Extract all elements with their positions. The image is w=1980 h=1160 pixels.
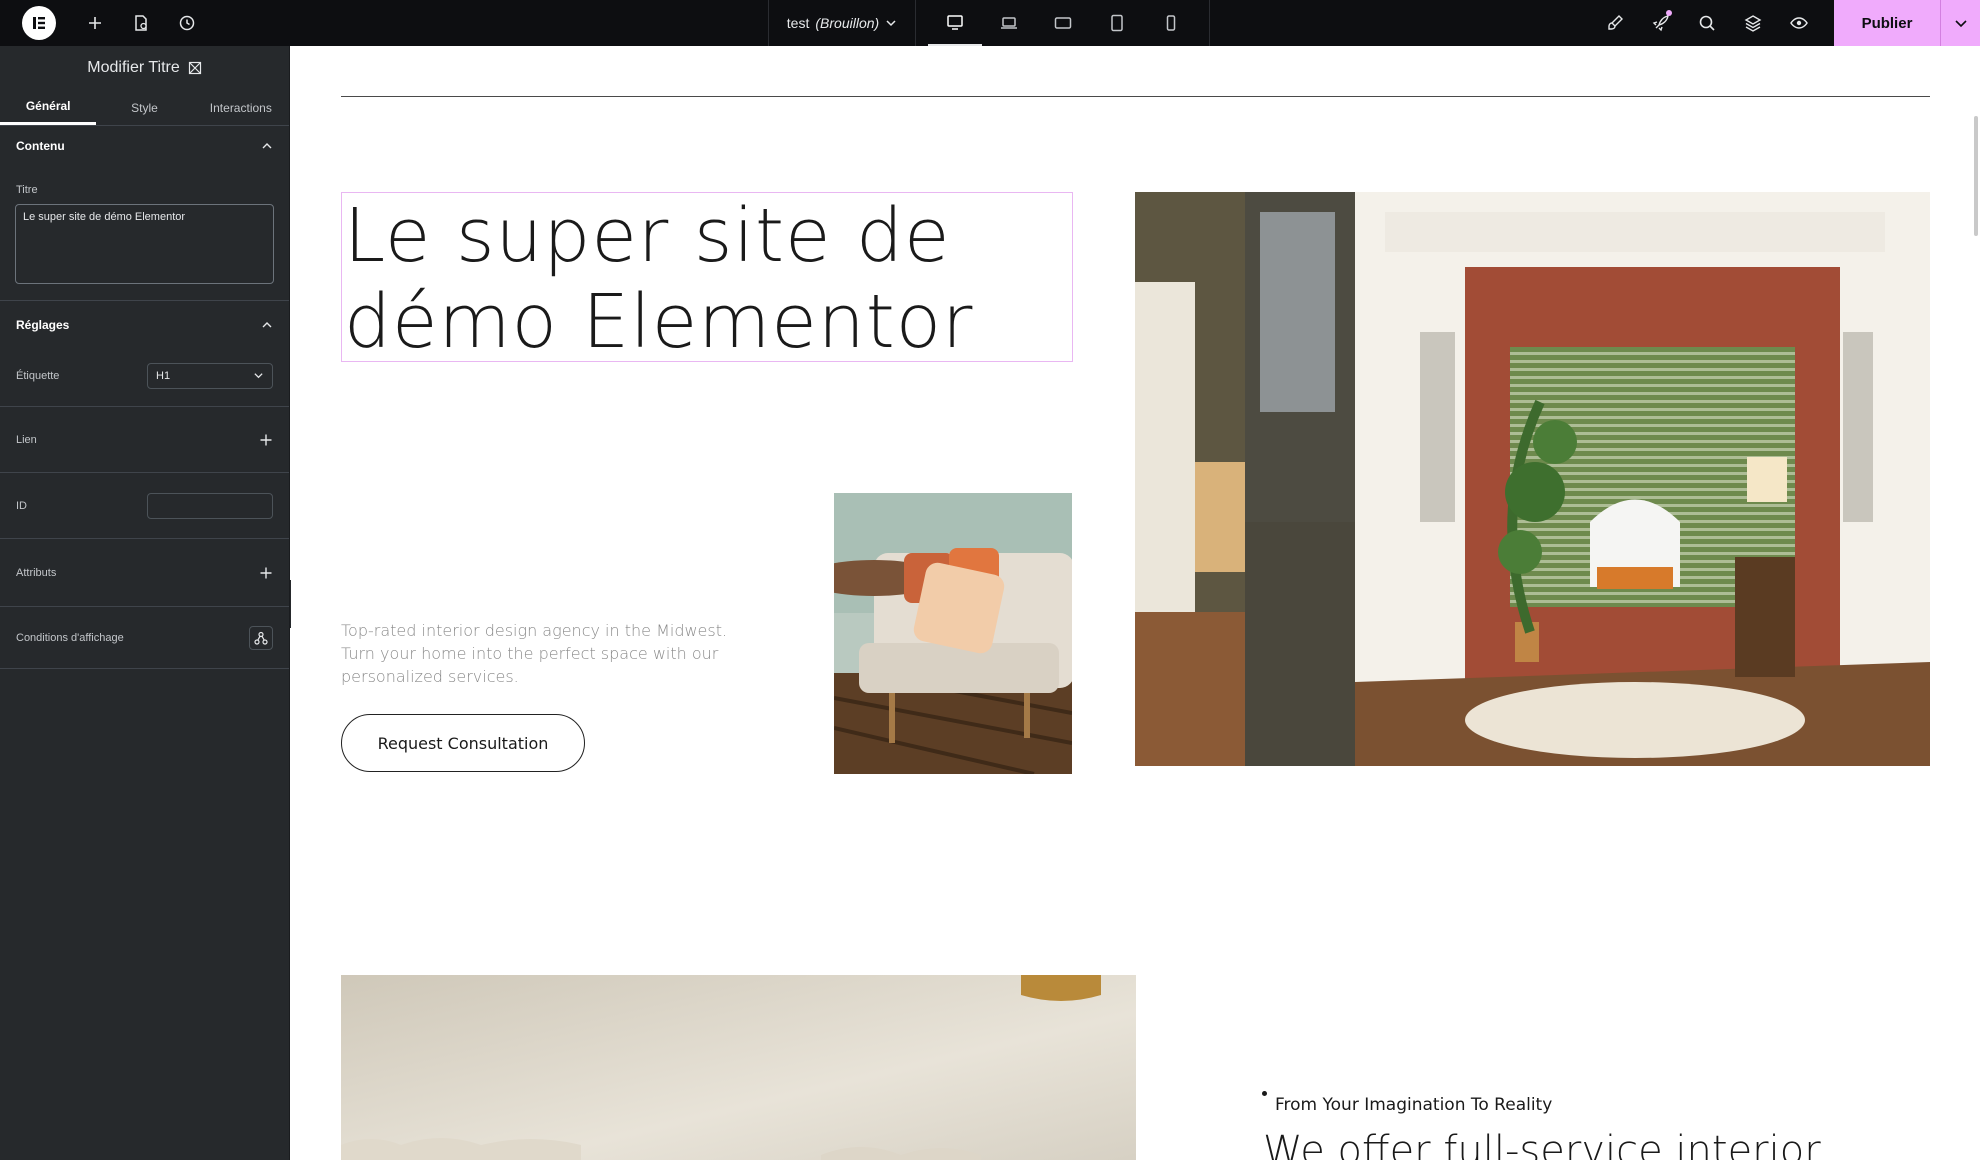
divider-line xyxy=(341,96,1930,97)
document-status: (Brouillon) xyxy=(815,15,880,31)
elementor-logo-icon[interactable] xyxy=(22,6,56,40)
chevron-down-icon xyxy=(1954,20,1967,28)
preview-button[interactable] xyxy=(1776,0,1822,46)
section-divider xyxy=(0,300,289,301)
document-title-dropdown[interactable]: test (Brouillon) xyxy=(768,0,916,46)
panel-header: Modifier Titre xyxy=(0,46,289,90)
attributes-setting-row[interactable]: Attributs xyxy=(0,539,289,607)
tab-style[interactable]: Style xyxy=(96,90,192,125)
display-conditions-row: Conditions d'affichage xyxy=(0,607,289,669)
title-field-label: Titre xyxy=(16,184,38,196)
sofa-photo-illustration xyxy=(834,493,1072,774)
request-consultation-button[interactable]: Request Consultation xyxy=(341,714,585,772)
hero-heading[interactable]: Le super site de démo Elementor xyxy=(341,192,1073,365)
mobile-mode-button[interactable] xyxy=(1144,0,1198,46)
tab-interactions[interactable]: Interactions xyxy=(193,90,289,125)
canvas-scrollbar[interactable] xyxy=(1970,46,1980,1160)
desktop-icon xyxy=(947,15,963,30)
document-name: test xyxy=(786,15,810,31)
id-label: ID xyxy=(16,499,27,512)
css-id-input[interactable] xyxy=(147,492,273,519)
chevron-down-icon xyxy=(886,20,896,27)
interior-photo-illustration xyxy=(341,975,1136,1160)
rocket-icon xyxy=(1652,15,1669,32)
sofa-detail-image[interactable] xyxy=(834,493,1072,774)
whats-new-button[interactable] xyxy=(1638,0,1684,46)
eye-icon xyxy=(1790,17,1808,29)
hero-description: Top-rated interior design agency in the … xyxy=(341,621,728,686)
publish-button[interactable]: Publier xyxy=(1834,0,1940,46)
bullet-dot xyxy=(1262,1091,1267,1096)
document-settings-icon xyxy=(135,15,147,31)
plus-icon[interactable] xyxy=(259,433,273,447)
settings-section-toggle[interactable]: Réglages xyxy=(0,305,289,345)
plus-icon xyxy=(89,17,101,29)
chevron-up-icon xyxy=(262,322,272,328)
page-settings-button[interactable] xyxy=(118,0,164,46)
attributes-label: Attributs xyxy=(16,566,57,579)
layers-icon xyxy=(1744,15,1762,32)
laptop-mode-button[interactable] xyxy=(982,0,1036,46)
conditions-icon xyxy=(254,631,268,645)
responsive-mode-switcher xyxy=(916,0,1210,46)
display-conditions-label: Conditions d'affichage xyxy=(16,631,124,644)
history-button[interactable] xyxy=(164,0,210,46)
link-label: Lien xyxy=(16,433,37,446)
section-heading: We offer full-service interior xyxy=(1263,1128,1821,1160)
html-tag-value: H1 xyxy=(156,369,171,382)
scrollbar-thumb[interactable] xyxy=(1974,116,1978,236)
content-section-toggle[interactable]: Contenu xyxy=(0,126,289,166)
desktop-mode-button[interactable] xyxy=(928,0,982,46)
tag-setting-row: Étiquette H1 xyxy=(0,345,289,407)
structure-button[interactable] xyxy=(1730,0,1776,46)
tablet-portrait-icon xyxy=(1111,14,1123,32)
history-icon xyxy=(179,15,195,31)
room-photo-illustration xyxy=(1135,192,1930,766)
mobile-icon xyxy=(1166,15,1176,31)
finder-button[interactable] xyxy=(1684,0,1730,46)
tablet-portrait-mode-button[interactable] xyxy=(1090,0,1144,46)
panel-tabs: Général Style Interactions xyxy=(0,90,289,126)
publish-options-button[interactable] xyxy=(1940,0,1980,46)
editor-panel: Modifier Titre Général Style Interaction… xyxy=(0,46,290,1160)
display-conditions-button[interactable] xyxy=(249,625,273,650)
panel-title: Modifier Titre xyxy=(87,59,180,76)
site-settings-button[interactable] xyxy=(1592,0,1638,46)
html-tag-select[interactable]: H1 xyxy=(147,362,273,389)
top-bar: test (Brouillon) Publier xyxy=(0,0,1980,46)
section-subheading: From Your Imagination To Reality xyxy=(1275,1095,1553,1115)
page-canvas: Le super site de démo Elementor Top-rate… xyxy=(291,46,1980,1160)
tablet-landscape-icon xyxy=(1054,17,1072,29)
tag-label: Étiquette xyxy=(16,369,60,382)
brush-icon xyxy=(1608,15,1623,30)
id-setting-row: ID xyxy=(0,473,289,539)
title-textarea[interactable]: Le super site de démo Elementor xyxy=(15,204,274,284)
settings-section-title: Réglages xyxy=(16,318,70,332)
tablet-landscape-mode-button[interactable] xyxy=(1036,0,1090,46)
chevron-up-icon xyxy=(262,143,272,149)
hero-living-room-image[interactable] xyxy=(1135,192,1930,766)
laptop-icon xyxy=(1001,17,1017,29)
chevron-down-icon xyxy=(254,373,263,379)
content-section-title: Contenu xyxy=(16,139,65,153)
living-room-banner-image[interactable] xyxy=(341,975,1136,1160)
search-icon xyxy=(1699,15,1715,31)
link-setting-row[interactable]: Lien xyxy=(0,407,289,473)
plus-icon[interactable] xyxy=(259,566,273,580)
tab-general[interactable]: Général xyxy=(0,90,97,125)
add-element-button[interactable] xyxy=(72,0,118,46)
widgets-grid-icon[interactable] xyxy=(188,61,202,75)
